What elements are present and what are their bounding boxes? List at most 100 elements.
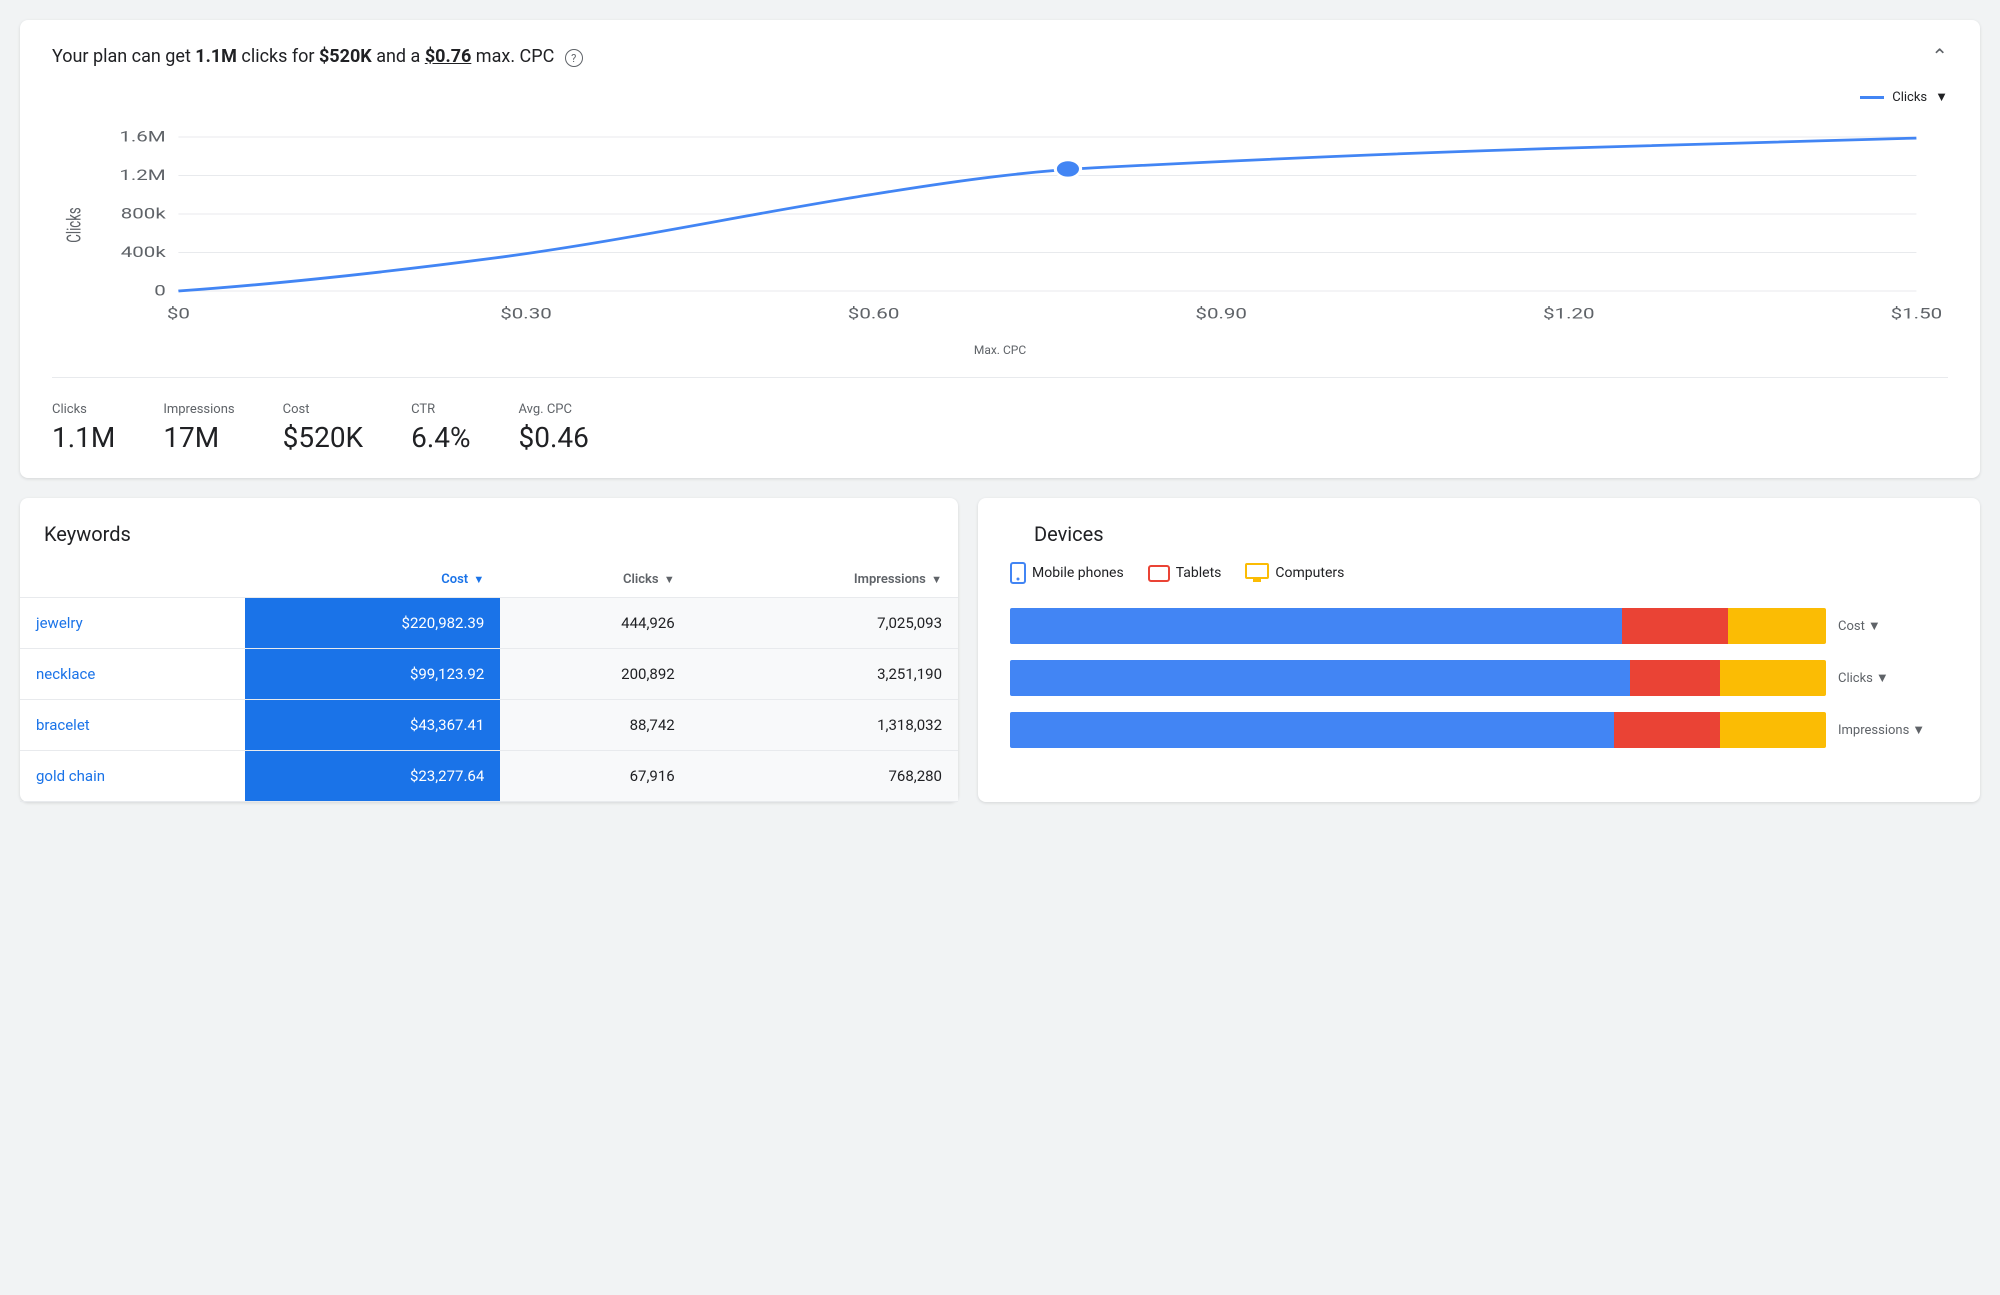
help-icon[interactable]: ? xyxy=(565,49,583,67)
svg-text:$0.30: $0.30 xyxy=(500,306,552,323)
legend-dropdown-arrow[interactable]: ▼ xyxy=(1935,89,1948,105)
keyword-cell[interactable]: gold chain xyxy=(20,751,245,802)
bar-impressions-label[interactable]: Impressions ▼ xyxy=(1838,722,1948,738)
impressions-cell: 1,318,032 xyxy=(691,700,958,751)
clicks-cell: 67,916 xyxy=(500,751,690,802)
bar-cost-dropdown-arrow[interactable]: ▼ xyxy=(1868,618,1881,634)
bar-clicks-blue xyxy=(1010,660,1630,696)
devices-title: Devices xyxy=(1010,522,1948,546)
plan-header-text: Your plan can get 1.1M clicks for $520K … xyxy=(52,46,583,68)
plan-card: Your plan can get 1.1M clicks for $520K … xyxy=(20,20,1980,478)
keyword-cell[interactable]: bracelet xyxy=(20,700,245,751)
impressions-cell: 3,251,190 xyxy=(691,649,958,700)
legend-computer-label: Computers xyxy=(1275,565,1344,581)
keyword-cell[interactable]: necklace xyxy=(20,649,245,700)
col-clicks-label: Clicks xyxy=(623,572,659,587)
impressions-cell: 7,025,093 xyxy=(691,598,958,649)
stat-avg-cpc-value: $0.46 xyxy=(519,421,589,454)
stat-clicks: Clicks 1.1M xyxy=(52,402,115,454)
bar-clicks-row: Clicks ▼ xyxy=(1010,660,1948,696)
keyword-cell[interactable]: jewelry xyxy=(20,598,245,649)
stat-impressions-label: Impressions xyxy=(163,402,234,417)
stat-clicks-value: 1.1M xyxy=(52,421,115,454)
divider xyxy=(52,377,1948,378)
bar-impressions-yellow xyxy=(1720,712,1826,748)
stat-cost-label: Cost xyxy=(283,402,364,417)
keywords-table: Cost ▼ Clicks ▼ Impressions ▼ xyxy=(20,562,958,802)
col-clicks[interactable]: Clicks ▼ xyxy=(500,562,690,598)
svg-text:1.6M: 1.6M xyxy=(119,129,165,145)
plan-prefix: Your plan can get xyxy=(52,46,195,67)
bottom-row: Keywords Cost ▼ Clicks ▼ xyxy=(20,498,1980,802)
stat-ctr: CTR 6.4% xyxy=(411,402,470,454)
svg-text:$1.20: $1.20 xyxy=(1543,306,1595,323)
table-row: necklace$99,123.92200,8923,251,190 xyxy=(20,649,958,700)
chart-area: 1.6M 1.2M 800k 400k 0 Clicks $0 $0.30 $0… xyxy=(52,115,1948,335)
plan-clicks-mid: clicks for xyxy=(237,46,319,67)
tablet-icon xyxy=(1148,565,1170,582)
mobile-phone-icon xyxy=(1010,562,1026,584)
svg-text:$1.50: $1.50 xyxy=(1891,306,1943,323)
legend-tablet: Tablets xyxy=(1148,565,1222,582)
stat-avg-cpc: Avg. CPC $0.46 xyxy=(519,402,589,454)
stat-cost-value: $520K xyxy=(283,421,364,454)
cost-cell: $220,982.39 xyxy=(245,598,500,649)
plan-header: Your plan can get 1.1M clicks for $520K … xyxy=(52,44,1948,69)
devices-legend: Mobile phones Tablets Computers xyxy=(1010,562,1948,584)
legend-computer: Computers xyxy=(1245,563,1344,583)
legend-line-icon xyxy=(1860,96,1884,99)
bar-impressions-track xyxy=(1010,712,1826,748)
bar-cost-row: Cost ▼ xyxy=(1010,608,1948,644)
bar-clicks-label[interactable]: Clicks ▼ xyxy=(1838,670,1948,686)
bar-impressions-red xyxy=(1614,712,1720,748)
clicks-cell: 444,926 xyxy=(500,598,690,649)
stats-row: Clicks 1.1M Impressions 17M Cost $520K C… xyxy=(52,394,1948,454)
stat-ctr-label: CTR xyxy=(411,402,470,417)
computer-icon xyxy=(1245,563,1269,583)
bar-impressions-dropdown-arrow[interactable]: ▼ xyxy=(1912,722,1925,738)
plan-cost: $520K xyxy=(319,46,372,67)
stat-clicks-label: Clicks xyxy=(52,402,115,417)
svg-text:0: 0 xyxy=(154,283,166,299)
clicks-cell: 200,892 xyxy=(500,649,690,700)
svg-text:$0.90: $0.90 xyxy=(1195,306,1247,323)
bar-cost-yellow xyxy=(1728,608,1826,644)
bar-cost-blue xyxy=(1010,608,1622,644)
col-impressions-sort-arrow: ▼ xyxy=(931,573,942,586)
table-row: jewelry$220,982.39444,9267,025,093 xyxy=(20,598,958,649)
col-impressions[interactable]: Impressions ▼ xyxy=(691,562,958,598)
bar-impressions-blue xyxy=(1010,712,1614,748)
plan-clicks: 1.1M xyxy=(195,46,237,67)
cost-cell: $23,277.64 xyxy=(245,751,500,802)
svg-text:Clicks: Clicks xyxy=(63,207,85,242)
keywords-card: Keywords Cost ▼ Clicks ▼ xyxy=(20,498,958,802)
col-cost[interactable]: Cost ▼ xyxy=(245,562,500,598)
bar-clicks-red xyxy=(1630,660,1720,696)
stat-ctr-value: 6.4% xyxy=(411,421,470,454)
col-keyword xyxy=(20,562,245,598)
bar-clicks-dropdown-arrow[interactable]: ▼ xyxy=(1876,670,1889,686)
plan-cost-mid: and a xyxy=(372,46,425,67)
bar-clicks-yellow xyxy=(1720,660,1826,696)
bar-clicks-track xyxy=(1010,660,1826,696)
svg-text:1.2M: 1.2M xyxy=(119,168,165,184)
stat-avg-cpc-label: Avg. CPC xyxy=(519,402,589,417)
col-cost-sort-arrow: ▼ xyxy=(473,573,484,586)
chart-svg: 1.6M 1.2M 800k 400k 0 Clicks $0 $0.30 $0… xyxy=(52,115,1948,335)
clicks-legend-dropdown[interactable]: Clicks xyxy=(1892,90,1927,105)
stat-impressions-value: 17M xyxy=(163,421,234,454)
devices-card: Devices Mobile phones Tablets xyxy=(978,498,1980,802)
table-row: bracelet$43,367.4188,7421,318,032 xyxy=(20,700,958,751)
stat-cost: Cost $520K xyxy=(283,402,364,454)
table-row: gold chain$23,277.6467,916768,280 xyxy=(20,751,958,802)
chart-legend: Clicks ▼ xyxy=(52,89,1948,105)
keywords-title: Keywords xyxy=(20,522,958,546)
bar-cost-track xyxy=(1010,608,1826,644)
collapse-button[interactable]: ⌃ xyxy=(1931,44,1948,69)
bar-impressions-row: Impressions ▼ xyxy=(1010,712,1948,748)
svg-text:$0: $0 xyxy=(167,306,190,323)
cost-cell: $99,123.92 xyxy=(245,649,500,700)
bar-cost-label[interactable]: Cost ▼ xyxy=(1838,618,1948,634)
clicks-cell: 88,742 xyxy=(500,700,690,751)
plan-cpc: $0.76 xyxy=(425,46,472,67)
